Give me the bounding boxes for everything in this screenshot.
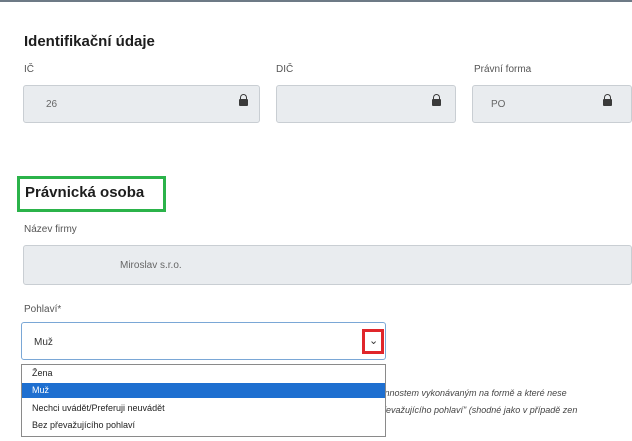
legal-form-field: PO (472, 85, 632, 123)
legal-person-title: Právnická osoba (25, 184, 145, 201)
dic-label: DIČ (276, 64, 294, 75)
identification-title: Identifikační údaje (24, 33, 155, 50)
legal-form-value: PO (491, 99, 506, 110)
background-text-line1: činnostem vykonávaným na formě a které n… (378, 388, 567, 398)
gender-select[interactable]: Muž (21, 322, 386, 360)
dic-field (276, 85, 456, 123)
gender-option-muz[interactable]: Muž (22, 383, 385, 398)
background-text-line2: převažujícího pohlaví" (shodné jako v př… (378, 405, 578, 415)
lock-icon (239, 94, 248, 106)
gender-select-value: Muž (34, 337, 53, 348)
lock-icon (603, 94, 612, 106)
gender-option-none[interactable]: Bez převažujícího pohlaví (22, 418, 385, 433)
gender-option-prefer-not[interactable]: Nechci uvádět/Preferuji neuvádět (22, 401, 385, 416)
company-value: Miroslav s.r.o. (120, 260, 182, 271)
ico-value: 26 (46, 99, 58, 110)
chevron-down-icon: ⌄ (369, 335, 379, 347)
company-label: Název firmy (24, 224, 77, 235)
ico-field: 26 (23, 85, 260, 123)
gender-option-zena[interactable]: Žena (22, 366, 385, 381)
gender-label: Pohlaví* (24, 304, 62, 315)
gender-dropdown-list: Žena Muž Nechci uvádět/Preferuji neuvádě… (21, 364, 386, 437)
top-border (0, 0, 632, 2)
lock-icon (432, 94, 441, 106)
company-field: Miroslav s.r.o. (23, 245, 632, 285)
legal-form-label: Právní forma (474, 64, 532, 75)
dropdown-toggle-highlight[interactable]: ⌄ (362, 329, 384, 354)
ico-label: IČ (24, 64, 34, 75)
